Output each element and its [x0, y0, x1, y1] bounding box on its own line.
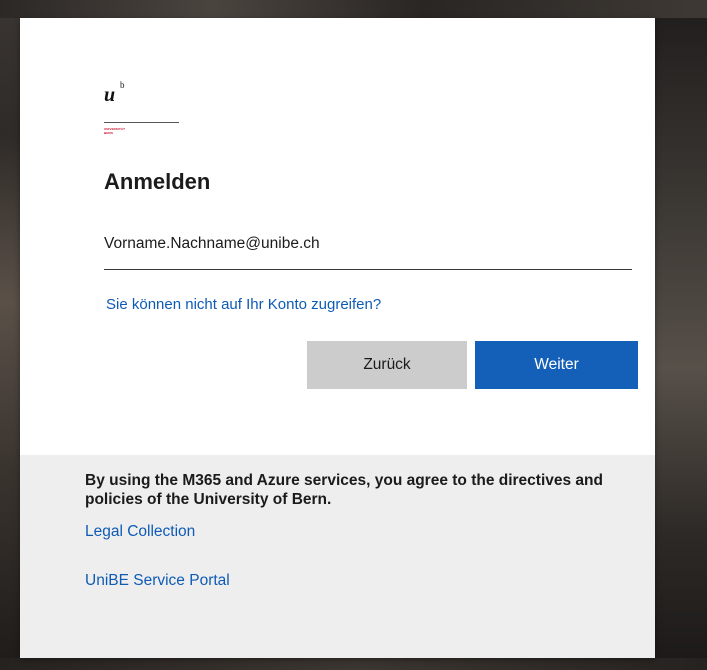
- email-field: [104, 223, 632, 270]
- next-button[interactable]: Weiter: [475, 341, 638, 389]
- logo-superscript: b: [120, 80, 125, 90]
- policy-notice: By using the M365 and Azure services, yo…: [85, 472, 603, 508]
- service-portal-link[interactable]: UniBE Service Portal: [85, 572, 230, 590]
- sign-in-card: u b UNIVERSITÄT BERN Anmelden Sie können…: [20, 18, 655, 658]
- logo-wordmark-line2: BERN: [104, 131, 113, 135]
- background-right: [655, 0, 707, 670]
- background-top: [0, 0, 707, 18]
- sign-in-panel: u b UNIVERSITÄT BERN Anmelden Sie können…: [20, 18, 655, 455]
- back-button[interactable]: Zurück: [307, 341, 467, 389]
- email-input[interactable]: [104, 227, 624, 261]
- logo-divider: [104, 122, 179, 123]
- background-left: [0, 0, 20, 670]
- cant-access-account-link[interactable]: Sie können nicht auf Ihr Konto zugreifen…: [106, 296, 381, 313]
- page-title: Anmelden: [104, 169, 211, 194]
- legal-collection-link[interactable]: Legal Collection: [85, 523, 195, 541]
- university-logo: u b UNIVERSITÄT BERN: [104, 80, 184, 144]
- logo-wordmark: UNIVERSITÄT BERN: [104, 127, 144, 135]
- logo-letter: u: [104, 84, 116, 106]
- background-bottom: [0, 658, 707, 670]
